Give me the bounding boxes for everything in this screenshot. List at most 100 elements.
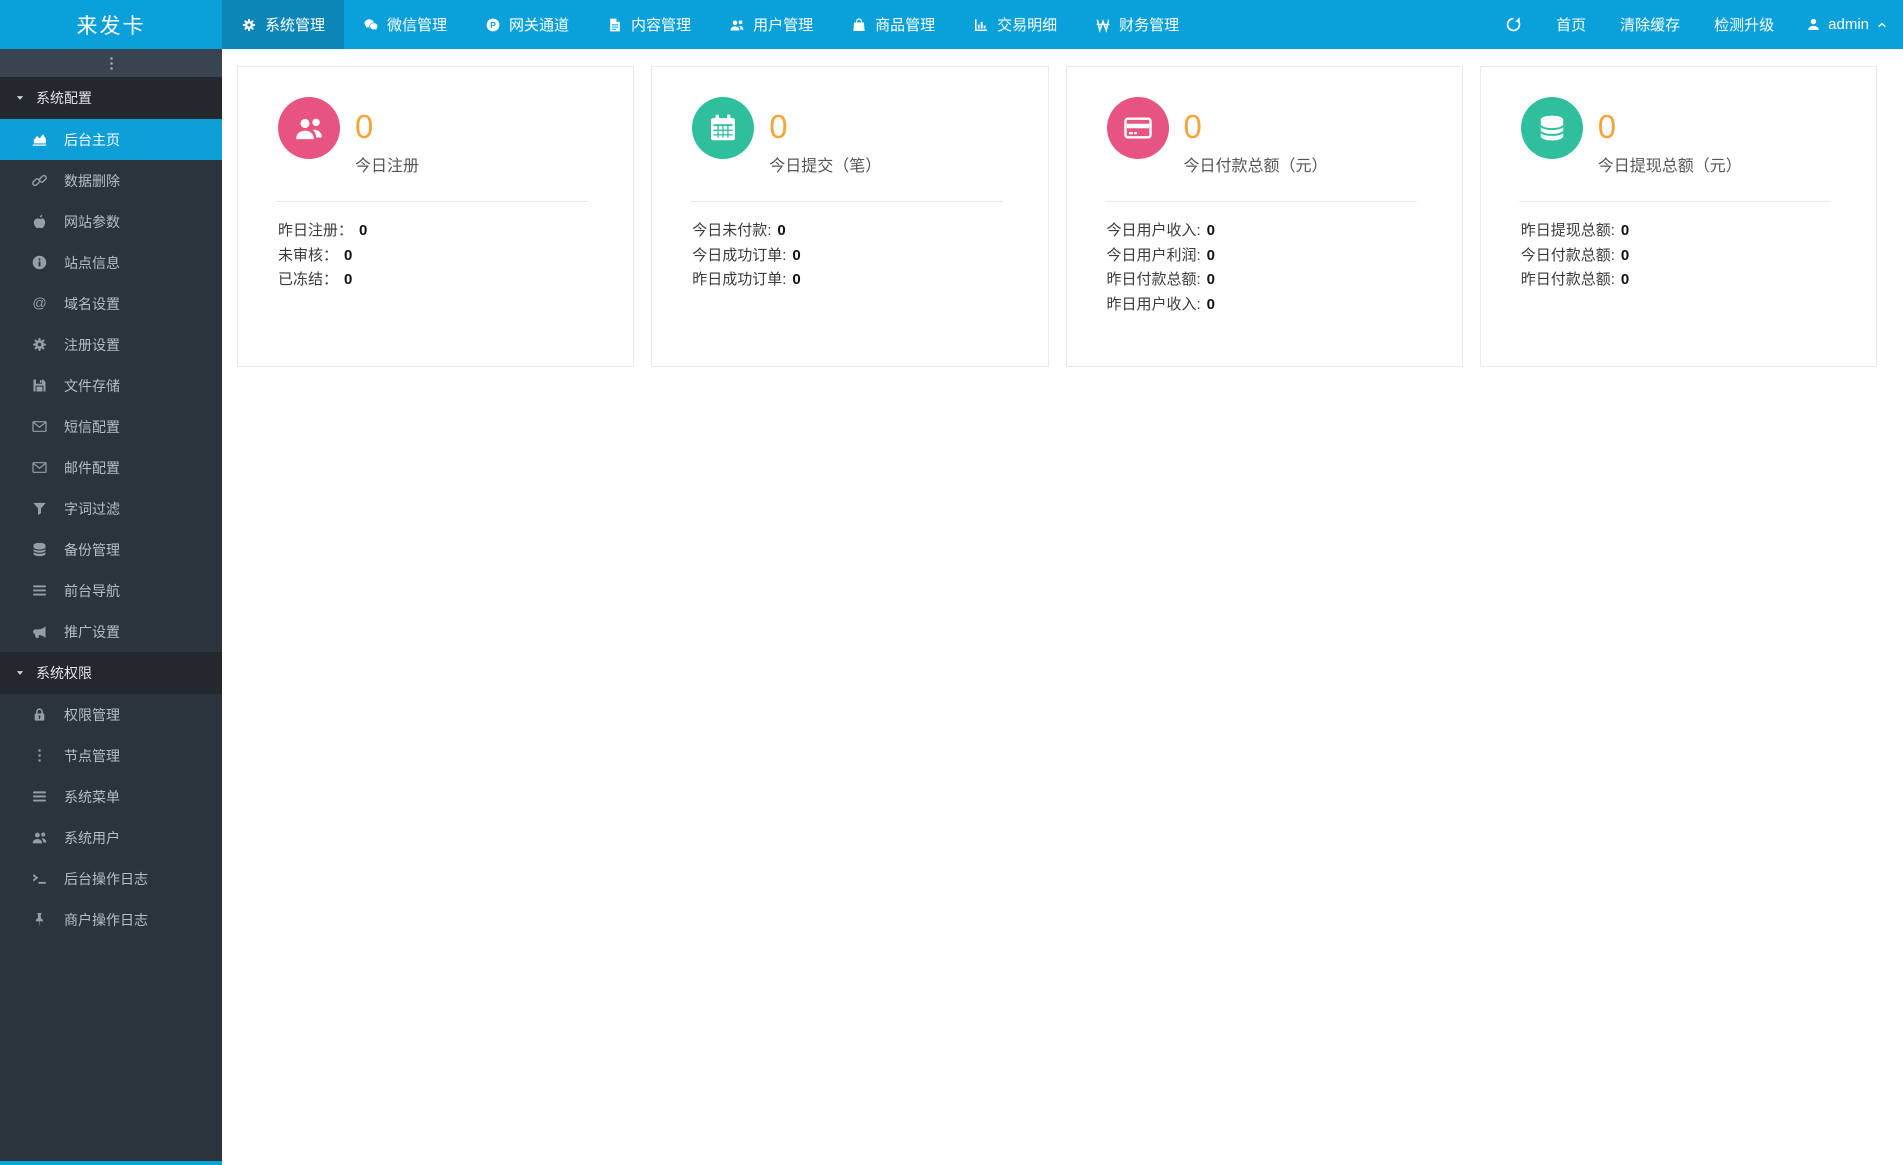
envelope-icon	[29, 418, 49, 435]
nav-item-product-mgmt[interactable]: 商品管理	[832, 0, 954, 49]
chart-bar-icon	[973, 17, 989, 33]
sidebar-section-system-perms[interactable]: 系统权限	[0, 652, 222, 694]
sidebar-item-admin-log[interactable]: 后台操作日志	[0, 858, 222, 899]
sidebar-item-domain-settings[interactable]: 域名设置	[0, 283, 222, 324]
home-link[interactable]: 首页	[1539, 0, 1603, 49]
users-icon	[29, 829, 49, 846]
sidebar-item-register-settings[interactable]: 注册设置	[0, 324, 222, 365]
nav-item-finance-mgmt[interactable]: 财务管理	[1076, 0, 1198, 49]
ellipsis-v-icon	[29, 747, 49, 764]
database-icon	[29, 541, 49, 558]
divider	[1104, 201, 1417, 202]
lock-icon	[29, 706, 49, 723]
sidebar-collapse-toggle[interactable]	[0, 49, 222, 77]
stat-label: 今日提交（笔）	[769, 158, 882, 175]
nav-item-transactions[interactable]: 交易明细	[954, 0, 1076, 49]
sidebar-item-merchant-log[interactable]: 商户操作日志	[0, 899, 222, 940]
stat-row: 未审核： 0	[278, 246, 353, 264]
thumbtack-icon	[29, 911, 49, 928]
stat-row: 今日付款总额: 0	[1520, 246, 1630, 264]
stat-label: 今日提现总额（元）	[1597, 158, 1742, 175]
sidebar-item-word-filter[interactable]: 字词过滤	[0, 488, 222, 529]
caret-down-icon	[15, 93, 25, 103]
sidebar-item-system-users[interactable]: 系统用户	[0, 817, 222, 858]
credit-card-icon-badge	[1106, 97, 1169, 159]
stat-row: 昨日付款总额: 0	[1520, 271, 1630, 288]
nav-item-content-mgmt[interactable]: 内容管理	[588, 0, 710, 49]
section-title: 系统配置	[36, 90, 92, 106]
stat-cards: 0 今日注册 昨日注册： 0 未审核： 0 已冻结： 0 0 今日提交（笔） 今…	[237, 66, 1877, 367]
stat-label: 今日注册	[355, 158, 420, 175]
refresh-icon	[1505, 16, 1522, 33]
info-circle-icon	[29, 254, 49, 271]
stat-card-submit: 0 今日提交（笔） 今日未付款: 0 今日成功订单: 0 昨日成功订单: 0	[651, 66, 1049, 367]
refresh-button[interactable]	[1488, 0, 1539, 49]
circle-p-icon	[485, 17, 501, 33]
stat-value: 0	[1597, 108, 1617, 145]
sidebar-item-front-nav[interactable]: 前台导航	[0, 570, 222, 611]
stat-card-register: 0 今日注册 昨日注册： 0 未审核： 0 已冻结： 0	[237, 66, 635, 367]
file-icon	[607, 17, 623, 33]
users-icon	[293, 112, 325, 144]
nav-item-label: 微信管理	[387, 17, 448, 34]
won-icon	[1095, 17, 1111, 33]
sidebar-section-system-config[interactable]: 系统配置	[0, 77, 222, 119]
divider	[276, 201, 589, 202]
divider	[690, 201, 1003, 202]
sidebar-item-system-menu[interactable]: 系统菜单	[0, 776, 222, 817]
top-navbar: 来发卡 系统管理 微信管理 网关通道 内容管理 用户管理 商品管理 交易明细 财…	[0, 0, 1903, 49]
stat-card-payment: 0 今日付款总额（元） 今日用户收入: 0 今日用户利润: 0 昨日付款总额: 0 昨…	[1065, 66, 1463, 367]
sidebar-item-dashboard[interactable]: 后台主页	[0, 119, 222, 160]
link-icon	[29, 172, 49, 189]
save-icon	[29, 377, 49, 394]
filter-icon	[29, 500, 49, 517]
sidebar-item-mail-config[interactable]: 邮件配置	[0, 447, 222, 488]
gear-icon	[29, 336, 49, 353]
sidebar-item-perm-mgmt[interactable]: 权限管理	[0, 694, 222, 735]
stat-row: 已冻结： 0	[278, 271, 353, 288]
envelope-icon	[29, 459, 49, 476]
nav-item-user-mgmt[interactable]: 用户管理	[710, 0, 832, 49]
apple-icon	[29, 213, 49, 230]
main-content: 0 今日注册 昨日注册： 0 未审核： 0 已冻结： 0 0 今日提交（笔） 今…	[222, 49, 1903, 1165]
sidebar-bottom-accent	[0, 1161, 222, 1165]
users-icon	[729, 17, 745, 33]
sidebar-item-sms-config[interactable]: 短信配置	[0, 406, 222, 447]
bars-icon	[29, 788, 49, 805]
terminal-icon	[29, 870, 49, 887]
nav-item-wechat-mgmt[interactable]: 微信管理	[344, 0, 466, 49]
users-icon-badge	[278, 97, 340, 159]
check-upgrade-link[interactable]: 检测升级	[1697, 0, 1791, 49]
nav-item-label: 交易明细	[997, 17, 1058, 34]
shopping-bag-icon	[851, 17, 867, 33]
section-title: 系统权限	[36, 665, 92, 681]
wechat-icon	[363, 17, 379, 33]
chevron-up-icon	[1876, 19, 1888, 31]
stat-label: 今日付款总额（元）	[1183, 158, 1328, 175]
stat-row: 昨日注册： 0	[278, 222, 368, 239]
divider	[1518, 201, 1831, 202]
stat-row: 昨日成功订单: 0	[692, 271, 801, 288]
sidebar-item-data-delete[interactable]: 数据删除	[0, 160, 222, 201]
calendar-icon-badge	[692, 97, 755, 159]
sidebar: 系统配置 后台主页 数据删除 网站参数 站点信息 域名设置 注册设置 文件存储 …	[0, 49, 222, 1165]
nav-item-gateway[interactable]: 网关通道	[466, 0, 588, 49]
sidebar-item-site-params[interactable]: 网站参数	[0, 201, 222, 242]
calendar-icon	[707, 112, 739, 144]
sidebar-item-site-info[interactable]: 站点信息	[0, 242, 222, 283]
clear-cache-link[interactable]: 清除缓存	[1603, 0, 1697, 49]
sidebar-item-node-mgmt[interactable]: 节点管理	[0, 735, 222, 776]
area-chart-icon	[29, 131, 49, 148]
username: admin	[1828, 16, 1869, 33]
nav-item-system-mgmt[interactable]: 系统管理	[222, 0, 345, 49]
bullhorn-icon	[29, 623, 49, 640]
sidebar-item-backup-mgmt[interactable]: 备份管理	[0, 529, 222, 570]
sidebar-item-promo-settings[interactable]: 推广设置	[0, 611, 222, 652]
sidebar-item-file-storage[interactable]: 文件存储	[0, 365, 222, 406]
user-icon	[1806, 17, 1821, 32]
brand-logo[interactable]: 来发卡	[0, 0, 222, 49]
user-menu[interactable]: admin	[1791, 0, 1903, 49]
stat-value: 0	[355, 108, 374, 145]
ellipsis-v-icon	[103, 55, 120, 72]
database-icon	[1536, 112, 1568, 144]
